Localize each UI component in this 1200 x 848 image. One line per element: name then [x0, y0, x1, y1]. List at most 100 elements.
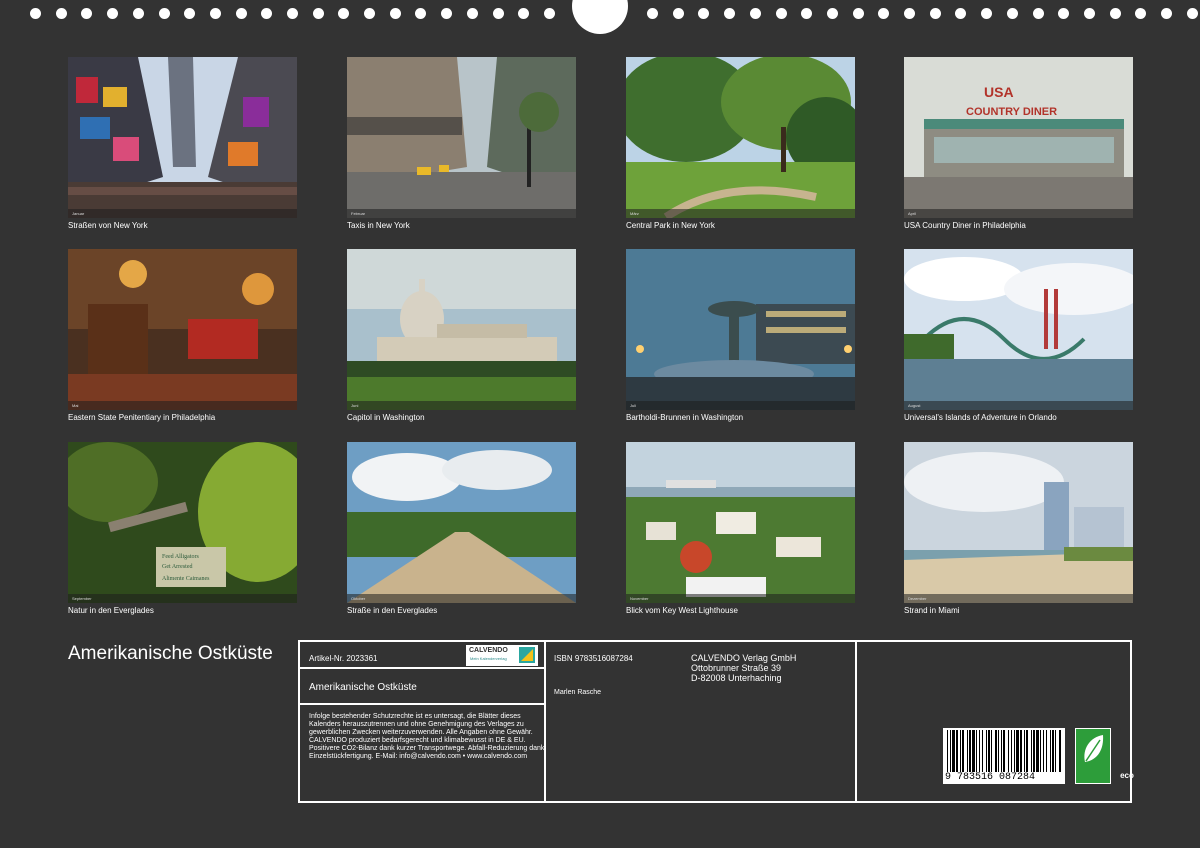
binding-hole — [1033, 8, 1044, 19]
photo-image — [347, 442, 576, 603]
isbn: ISBN 9783516087284 — [554, 654, 633, 663]
month-photo: Feed Alligators Get Arrested Alimente Ca… — [68, 442, 297, 603]
photo-caption: Strand in Miami — [904, 606, 960, 615]
svg-text:Alimente Caimanes: Alimente Caimanes — [162, 576, 210, 582]
binding-hole — [750, 8, 761, 19]
month-photo: November — [626, 442, 855, 603]
photo-caption: Eastern State Penitentiary in Philadelph… — [68, 413, 216, 422]
month-label: Februar — [351, 211, 366, 216]
photo-image — [68, 249, 297, 410]
binding-hole — [364, 8, 375, 19]
month-label: Juni — [351, 403, 359, 408]
month-photo: Januar — [68, 57, 297, 218]
binding-hole — [801, 8, 812, 19]
binding-hole — [390, 8, 401, 19]
binding-hole — [287, 8, 298, 19]
info-box: Artikel-Nr. 2023361 CALVENDO Mein Kalend… — [298, 640, 1134, 803]
calendar-title: Amerikanische Ostküste — [68, 643, 273, 664]
binding-hole — [236, 8, 247, 19]
binding-hole — [1084, 8, 1095, 19]
photo-image: USA COUNTRY DINER — [904, 57, 1133, 218]
month-strip: April — [904, 209, 1133, 218]
month-label: Dezember — [908, 596, 927, 601]
month-strip: Juni — [347, 401, 576, 410]
binding-holes — [0, 0, 1200, 34]
binding-hole — [955, 8, 966, 19]
logo-subtext: Mein Kalenderverlag — [470, 656, 507, 661]
photo-image — [626, 249, 855, 410]
divider — [300, 667, 544, 669]
month-label: März — [630, 211, 639, 216]
binding-hole — [338, 8, 349, 19]
month-strip: Oktober — [347, 594, 576, 603]
photo-caption: Straße in den Everglades — [347, 606, 438, 615]
photo-caption: Universal's Islands of Adventure in Orla… — [904, 413, 1057, 422]
month-label: Oktober — [351, 596, 366, 601]
binding-hole — [853, 8, 864, 19]
binding-hole — [1187, 8, 1198, 19]
binding-hole — [544, 8, 555, 19]
binding-hole — [518, 8, 529, 19]
binding-hole — [1058, 8, 1069, 19]
binding-hole — [1110, 8, 1121, 19]
binding-hole — [981, 8, 992, 19]
binding-hole — [673, 8, 684, 19]
divider — [300, 703, 544, 705]
month-strip: Januar — [68, 209, 297, 218]
binding-hole — [930, 8, 941, 19]
binding-hole — [698, 8, 709, 19]
binding-hole — [827, 8, 838, 19]
publisher-city: D-82008 Unterhaching — [691, 673, 782, 683]
svg-text:COUNTRY DINER: COUNTRY DINER — [966, 106, 1057, 118]
month-strip: September — [68, 594, 297, 603]
photo-image — [904, 442, 1133, 603]
hanger-cutout — [572, 0, 628, 34]
month-strip: November — [626, 594, 855, 603]
month-strip: Juli — [626, 401, 855, 410]
leaf-icon — [1084, 735, 1104, 762]
month-photo: Juli — [626, 249, 855, 410]
photo-image — [347, 57, 576, 218]
month-strip: März — [626, 209, 855, 218]
publisher-name: CALVENDO Verlag GmbH — [691, 653, 797, 663]
publisher-address: CALVENDO Verlag GmbH Ottobrunner Straße … — [691, 653, 796, 683]
svg-text:Get Arrested: Get Arrested — [162, 564, 193, 570]
month-label: Juli — [630, 403, 637, 408]
barcode-number: 9 783516 087284 — [945, 772, 1036, 783]
barcode-bars — [947, 730, 1061, 772]
binding-hole — [107, 8, 118, 19]
photo-image — [904, 249, 1133, 410]
photo-caption: Central Park in New York — [626, 221, 715, 230]
binding-hole — [184, 8, 195, 19]
binding-hole — [133, 8, 144, 19]
svg-text:USA: USA — [984, 84, 1014, 100]
binding-hole — [210, 8, 221, 19]
binding-hole — [1135, 8, 1146, 19]
divider — [855, 642, 857, 801]
month-label: Januar — [72, 211, 85, 216]
barcode: 9 783516 087284 — [943, 728, 1065, 784]
binding-hole — [159, 8, 170, 19]
binding-hole — [647, 8, 658, 19]
photo-caption: USA Country Diner in Philadelphia — [904, 221, 1026, 230]
photo-image — [68, 57, 297, 218]
month-label: August — [908, 403, 921, 408]
month-label: September — [72, 596, 92, 601]
binding-hole — [724, 8, 735, 19]
binding-hole — [441, 8, 452, 19]
photo-image — [347, 249, 576, 410]
logo-mark-icon — [519, 647, 535, 663]
month-label: Mai — [72, 403, 79, 408]
binding-hole — [493, 8, 504, 19]
svg-text:Feed Alligators: Feed Alligators — [162, 554, 199, 560]
month-photo: Dezember — [904, 442, 1133, 603]
legal-notice: Infolge bestehender Schutzrechte ist es … — [309, 713, 545, 760]
month-strip: August — [904, 401, 1133, 410]
binding-hole — [30, 8, 41, 19]
logo-text: CALVENDO — [469, 647, 508, 654]
month-strip: Dezember — [904, 594, 1133, 603]
eco-badge: eco — [1075, 728, 1134, 784]
binding-hole — [904, 8, 915, 19]
binding-hole — [1007, 8, 1018, 19]
photo-caption: Bartholdi-Brunnen in Washington — [626, 413, 744, 422]
